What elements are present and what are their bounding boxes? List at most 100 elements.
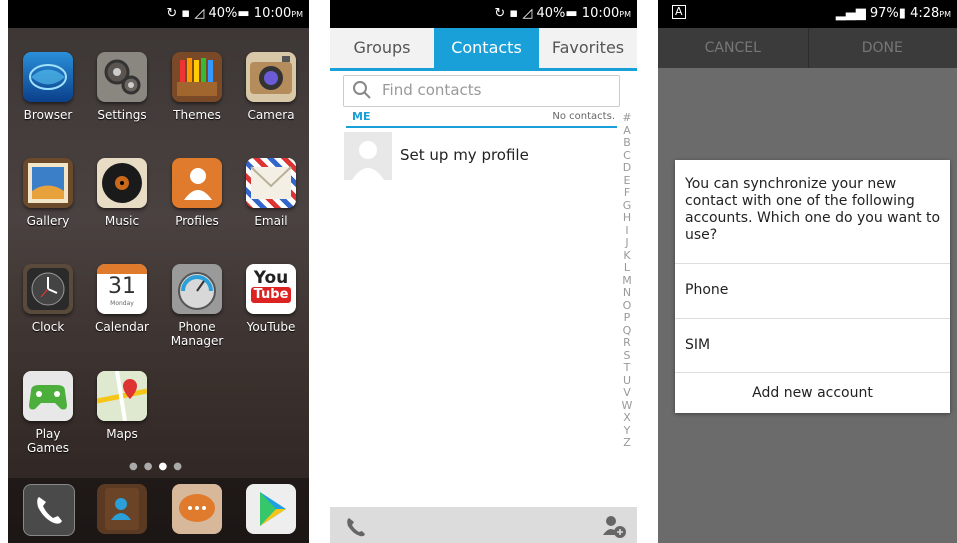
email-icon <box>246 158 296 208</box>
battery-level: 40% <box>536 6 566 21</box>
option-phone[interactable]: Phone <box>675 263 950 318</box>
app-themes[interactable]: Themes <box>162 52 232 122</box>
app-label: Play Games <box>27 427 69 455</box>
alphabet-index[interactable]: # A B C D E F G H I J K L M N O P Q R S T U V W X Y Z <box>620 111 634 450</box>
app-label: Browser <box>23 108 73 122</box>
app-calendar[interactable]: 31 Monday Calendar <box>87 264 157 334</box>
sync-icon: ↻ <box>166 6 178 21</box>
calendar-header <box>97 264 147 274</box>
app-label: YouTube <box>246 320 296 334</box>
profile-label: Set up my profile <box>400 146 529 164</box>
app-label: Maps <box>106 427 138 441</box>
option-label: SIM <box>685 337 711 353</box>
app-label: Music <box>104 214 140 228</box>
contacts-icon[interactable] <box>97 484 147 534</box>
dialer-icon[interactable] <box>344 515 366 537</box>
app-play-games[interactable]: Play Games <box>13 371 83 455</box>
alphabet-letter[interactable]: R <box>620 336 634 350</box>
alphabet-letter[interactable]: N <box>620 286 634 300</box>
alphabet-letter[interactable]: Z <box>620 436 634 450</box>
page-indicator: ●●●● <box>129 461 188 472</box>
alphabet-letter[interactable]: T <box>620 361 634 375</box>
alphabet-letter[interactable]: L <box>620 261 634 275</box>
add-contact-icon[interactable] <box>601 513 627 539</box>
clock-ampm: PM <box>939 10 951 19</box>
alphabet-letter[interactable]: B <box>620 136 634 150</box>
status-text: ↻ ▪ ◿ 40%▬ 10:00PM <box>166 6 303 21</box>
app-label: Gallery <box>26 214 70 228</box>
app-phone-manager[interactable]: Phone Manager <box>162 264 232 348</box>
profiles-icon <box>172 158 222 208</box>
themes-icon <box>172 52 222 102</box>
search-input[interactable]: Find contacts <box>343 75 620 107</box>
app-camera[interactable]: Camera <box>236 52 306 122</box>
app-label: Themes <box>173 108 221 122</box>
clock-time: 10:00 <box>581 6 620 21</box>
alphabet-letter[interactable]: # <box>620 111 634 125</box>
alphabet-letter[interactable]: H <box>620 211 634 225</box>
search-placeholder: Find contacts <box>382 81 482 99</box>
app-profiles[interactable]: Profiles <box>162 158 232 228</box>
settings-icon <box>97 52 147 102</box>
status-text: ↻ ▪ ◿ 40%▬ 10:00PM <box>494 6 631 21</box>
app-email[interactable]: Email <box>236 158 306 228</box>
dock <box>8 478 309 543</box>
clock-icon <box>23 264 73 314</box>
signal-icon: ◿ <box>522 6 533 21</box>
phone-manager-icon <box>172 264 222 314</box>
clock-time: 4:28 <box>910 6 940 21</box>
battery-level: 40% <box>208 6 238 21</box>
app-label: Profiles <box>175 214 219 228</box>
no-contacts-label: No contacts. <box>552 111 615 122</box>
status-text: ▂▄▆ 97%▮ 4:28PM <box>836 6 951 21</box>
tab-contacts[interactable]: Contacts <box>434 28 539 68</box>
alphabet-letter[interactable]: J <box>620 236 634 250</box>
signal-icon: ▂▄▆ <box>835 6 866 21</box>
phone-icon[interactable] <box>23 484 75 536</box>
youtube-icon: You Tube <box>246 264 296 314</box>
option-sim[interactable]: SIM <box>675 318 950 373</box>
play-store-icon[interactable] <box>246 484 296 534</box>
battery-icon: ▬ <box>565 6 578 21</box>
contacts-screen: ↻ ▪ ◿ 40%▬ 10:00PM Groups Contacts Favor… <box>330 0 637 543</box>
section-label: ME <box>352 110 371 123</box>
maps-icon <box>97 371 147 421</box>
account-dialog: You can synchronize your new contact wit… <box>675 160 950 413</box>
alphabet-letter[interactable]: X <box>620 411 634 425</box>
app-clock[interactable]: Clock <box>13 264 83 334</box>
app-settings[interactable]: Settings <box>87 52 157 122</box>
app-music[interactable]: Music <box>87 158 157 228</box>
app-gallery[interactable]: Gallery <box>13 158 83 228</box>
tab-bar: Groups Contacts Favorites <box>330 28 637 71</box>
alphabet-letter[interactable]: D <box>620 161 634 175</box>
app-browser[interactable]: Browser <box>13 52 83 122</box>
calendar-weekday: Monday <box>110 300 134 307</box>
app-maps[interactable]: Maps <box>87 371 157 441</box>
notification-icon: ▪ <box>181 6 191 21</box>
add-new-account-button[interactable]: Add new account <box>675 372 950 413</box>
browser-icon <box>23 52 73 102</box>
option-label: Phone <box>685 282 729 298</box>
tab-groups[interactable]: Groups <box>330 28 434 68</box>
home-screen: ↻ ▪ ◿ 40%▬ 10:00PM Browser Settings Them… <box>8 0 309 543</box>
me-section-header: ME No contacts. <box>346 110 617 128</box>
dialog-message: You can synchronize your new contact wit… <box>685 176 941 243</box>
battery-icon: ▮ <box>898 6 906 21</box>
cancel-button[interactable]: CANCEL <box>658 28 809 68</box>
alphabet-letter[interactable]: F <box>620 186 634 200</box>
action-bar: CANCEL DONE <box>658 28 957 68</box>
sync-icon: ↻ <box>494 6 506 21</box>
setup-profile-item[interactable]: Set up my profile <box>344 132 617 180</box>
notification-icon: ▪ <box>509 6 519 21</box>
keyboard-notification-icon: A <box>672 5 686 19</box>
messaging-icon[interactable] <box>172 484 222 534</box>
done-button[interactable]: DONE <box>808 28 957 68</box>
status-bar: ↻ ▪ ◿ 40%▬ 10:00PM <box>330 0 637 28</box>
tab-favorites[interactable]: Favorites <box>539 28 637 68</box>
alphabet-letter[interactable]: P <box>620 311 634 325</box>
app-label: Phone Manager <box>170 320 224 348</box>
app-youtube[interactable]: You Tube YouTube <box>236 264 306 334</box>
play-games-icon <box>23 371 73 421</box>
alphabet-letter[interactable]: V <box>620 386 634 400</box>
calendar-icon: 31 Monday <box>97 264 147 314</box>
